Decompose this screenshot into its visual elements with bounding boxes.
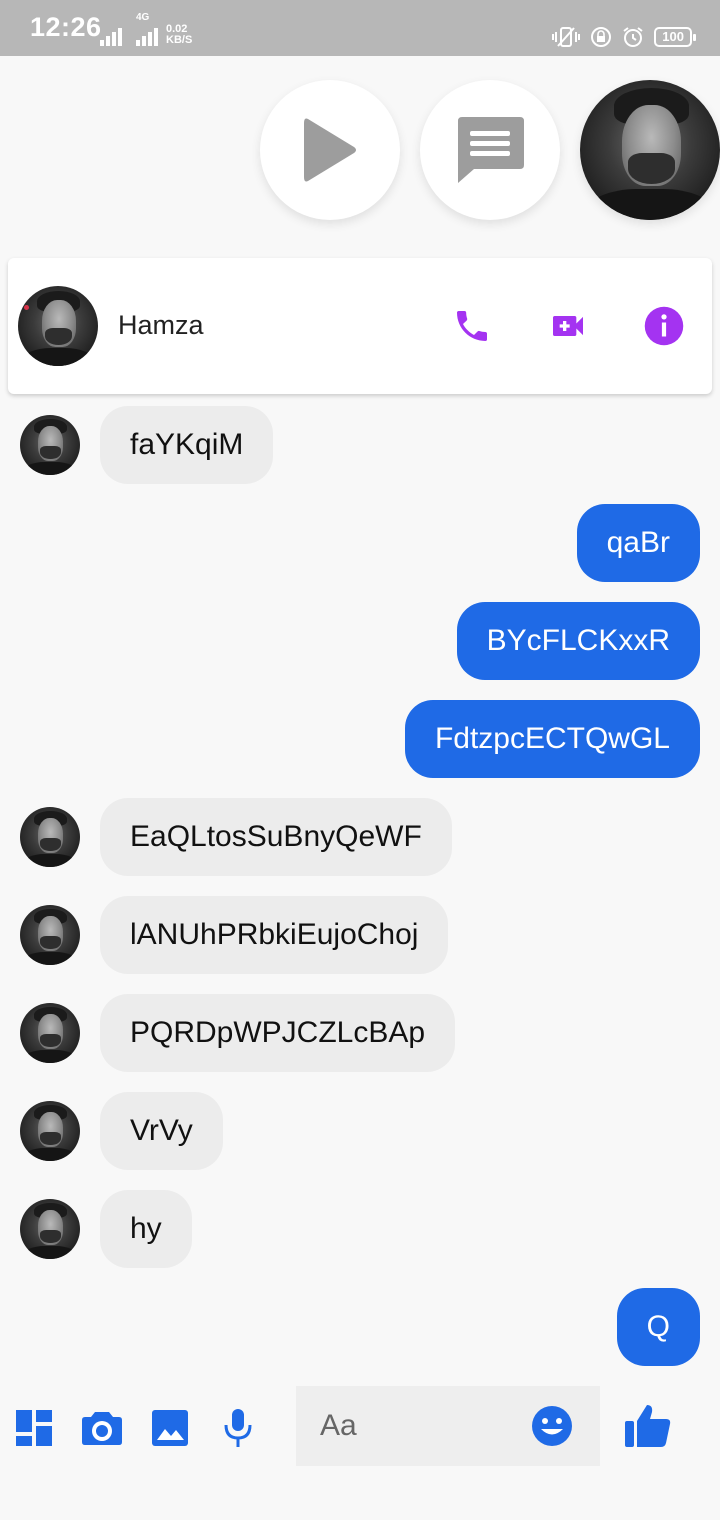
thumbs-up-icon xyxy=(625,1405,671,1447)
message-row-in: PQRDpWPJCZLcBAp xyxy=(0,994,720,1072)
message-row-in: lANUhPRbkiEujoChoj xyxy=(0,896,720,974)
alarm-icon xyxy=(623,27,643,47)
video-call-icon xyxy=(553,316,583,336)
play-bubble[interactable] xyxy=(260,80,400,220)
message-row-out: BYcFLCKxxR xyxy=(0,602,720,680)
more-actions-button[interactable] xyxy=(12,1406,56,1450)
message-bubble-outgoing[interactable]: qaBr xyxy=(576,504,700,582)
avatar[interactable] xyxy=(20,1199,80,1259)
battery-indicator: 100 xyxy=(654,27,696,47)
message-bubble-incoming[interactable]: hy xyxy=(100,1190,192,1268)
avatar-shirt xyxy=(23,1245,77,1259)
message-bubble-incoming[interactable]: EaQLtosSuBnyQeWF xyxy=(100,798,452,876)
camera-button[interactable] xyxy=(80,1406,124,1450)
net-speed: 0.02 KB/S xyxy=(166,24,192,46)
avatar[interactable] xyxy=(20,415,80,475)
avatar[interactable] xyxy=(20,905,80,965)
message-row-in: VrVy xyxy=(0,1092,720,1170)
chat-header: Hamza xyxy=(8,258,712,394)
message-bubble-incoming[interactable]: lANUhPRbkiEujoChoj xyxy=(100,896,449,974)
message-row-out: Q xyxy=(0,1288,720,1366)
message-row-in: hy xyxy=(0,1190,720,1268)
status-bar: 12:26 4G 0.02 KB/S 100 xyxy=(0,0,720,56)
status-time: 12:26 xyxy=(30,12,102,42)
mic-icon xyxy=(224,1409,252,1447)
network-type: 4G xyxy=(136,12,150,23)
vibrate-icon xyxy=(552,27,581,47)
gallery-icon xyxy=(152,1410,188,1446)
avatar[interactable] xyxy=(20,1003,80,1063)
avatar-shirt xyxy=(22,348,94,366)
video-call-button[interactable] xyxy=(546,304,590,348)
avatar-shirt xyxy=(23,1147,77,1161)
message-row-out: FdtzpcECTQwGL xyxy=(0,700,720,778)
message-bubble-incoming[interactable]: faYKqiM xyxy=(100,406,274,484)
avatar-dot xyxy=(24,305,30,310)
avatar-shirt xyxy=(23,1049,77,1063)
like-button[interactable] xyxy=(622,1402,674,1450)
composer-bar xyxy=(0,1386,720,1468)
message-bubble-outgoing[interactable]: Q xyxy=(616,1288,700,1366)
avatar[interactable] xyxy=(20,1101,80,1161)
message-row-in: faYKqiM xyxy=(0,406,720,484)
messages-bubble[interactable] xyxy=(420,80,560,220)
avatar[interactable] xyxy=(20,807,80,867)
message-row-out: qaBr xyxy=(0,504,720,582)
avatar-shirt xyxy=(23,461,77,475)
info-button[interactable] xyxy=(642,304,686,348)
play-icon xyxy=(304,118,356,182)
emoji-button[interactable] xyxy=(530,1404,574,1448)
message-icon xyxy=(458,117,524,183)
call-button[interactable] xyxy=(450,304,494,348)
avatar-beard xyxy=(627,152,676,184)
message-bubble-incoming[interactable]: VrVy xyxy=(100,1092,223,1170)
net-speed-unit: KB/S xyxy=(166,34,193,46)
avatar-shirt xyxy=(23,853,77,867)
phone-icon xyxy=(457,311,487,341)
avatar-shirt xyxy=(587,189,713,220)
lock-rotation-icon xyxy=(591,27,612,47)
message-bubble-outgoing[interactable]: BYcFLCKxxR xyxy=(456,602,700,680)
message-bubble-outgoing[interactable]: FdtzpcECTQwGL xyxy=(404,700,700,778)
camera-icon xyxy=(82,1412,122,1445)
avatar-shirt xyxy=(23,951,77,965)
info-icon xyxy=(644,306,684,346)
status-right: 100 xyxy=(552,26,696,48)
gallery-button[interactable] xyxy=(148,1406,192,1450)
message-row-in: EaQLtosSuBnyQeWF xyxy=(0,798,720,876)
signal-icon-2 xyxy=(136,28,158,46)
signal-icon xyxy=(100,28,122,46)
emoji-icon xyxy=(532,1406,572,1446)
message-bubble-incoming[interactable]: PQRDpWPJCZLcBAp xyxy=(100,994,456,1072)
contact-name[interactable]: Hamza xyxy=(118,310,204,341)
contact-avatar-bubble[interactable] xyxy=(580,80,720,220)
voice-button[interactable] xyxy=(216,1406,260,1450)
avatar[interactable] xyxy=(18,286,98,366)
grid-icon xyxy=(16,1410,52,1446)
